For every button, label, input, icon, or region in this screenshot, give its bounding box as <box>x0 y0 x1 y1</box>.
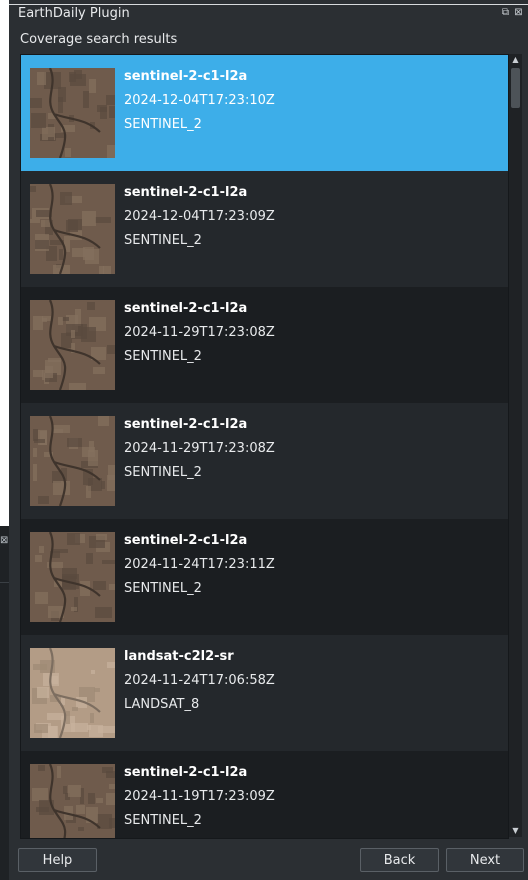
item-datetime: 2024-11-29T17:23:08Z <box>124 325 275 340</box>
item-platform: SENTINEL_2 <box>124 465 202 480</box>
scene-thumbnail <box>30 648 115 738</box>
scene-thumbnail <box>30 416 115 506</box>
item-datetime: 2024-11-19T17:23:09Z <box>124 789 275 804</box>
background-close-icon[interactable]: ⊠ <box>0 536 8 546</box>
scene-thumbnail <box>30 300 115 390</box>
background-panel <box>0 526 9 880</box>
back-button[interactable]: Back <box>360 848 439 872</box>
results-label: Coverage search results <box>20 32 178 47</box>
item-collection: sentinel-2-c1-l2a <box>124 533 248 548</box>
list-item[interactable]: sentinel-2-c1-l2a 2024-11-19T17:23:09Z S… <box>21 751 508 838</box>
item-collection: sentinel-2-c1-l2a <box>124 185 248 200</box>
item-datetime: 2024-12-04T17:23:09Z <box>124 209 275 224</box>
help-button[interactable]: Help <box>18 848 97 872</box>
scrollbar-thumb[interactable] <box>511 68 520 108</box>
scene-thumbnail <box>30 68 115 158</box>
background-divider <box>0 582 9 583</box>
item-platform: SENTINEL_2 <box>124 813 202 828</box>
scene-thumbnail <box>30 184 115 274</box>
scene-thumbnail <box>30 764 115 838</box>
scene-thumbnail <box>30 532 115 622</box>
item-collection: sentinel-2-c1-l2a <box>124 417 248 432</box>
list-item[interactable]: sentinel-2-c1-l2a 2024-11-29T17:23:08Z S… <box>21 287 508 403</box>
item-platform: LANDSAT_8 <box>124 697 200 712</box>
dock-title-bar[interactable]: EarthDaily Plugin ⧉ ⊠ <box>9 0 528 26</box>
list-item[interactable]: sentinel-2-c1-l2a 2024-12-04T17:23:09Z S… <box>21 171 508 287</box>
close-icon[interactable]: ⊠ <box>513 7 524 18</box>
item-platform: SENTINEL_2 <box>124 349 202 364</box>
background-window-edge <box>0 0 9 526</box>
next-button[interactable]: Next <box>446 848 524 872</box>
item-datetime: 2024-11-24T17:06:58Z <box>124 673 275 688</box>
item-datetime: 2024-12-04T17:23:10Z <box>124 93 275 108</box>
item-platform: SENTINEL_2 <box>124 117 202 132</box>
item-collection: sentinel-2-c1-l2a <box>124 301 248 316</box>
list-item[interactable]: sentinel-2-c1-l2a 2024-11-29T17:23:08Z S… <box>21 403 508 519</box>
title-divider <box>9 4 528 5</box>
item-collection: landsat-c2l2-sr <box>124 649 234 664</box>
item-collection: sentinel-2-c1-l2a <box>124 765 248 780</box>
list-item[interactable]: sentinel-2-c1-l2a 2024-11-24T17:23:11Z S… <box>21 519 508 635</box>
dock-title: EarthDaily Plugin <box>18 6 130 21</box>
scroll-down-arrow-icon[interactable]: ▼ <box>509 825 522 837</box>
item-platform: SENTINEL_2 <box>124 233 202 248</box>
item-platform: SENTINEL_2 <box>124 581 202 596</box>
scroll-up-arrow-icon[interactable]: ▲ <box>509 54 522 66</box>
item-datetime: 2024-11-24T17:23:11Z <box>124 557 275 572</box>
item-datetime: 2024-11-29T17:23:08Z <box>124 441 275 456</box>
list-item[interactable]: sentinel-2-c1-l2a 2024-12-04T17:23:10Z S… <box>21 55 508 171</box>
list-item[interactable]: landsat-c2l2-sr 2024-11-24T17:06:58Z LAN… <box>21 635 508 751</box>
earthdaily-dock-panel: EarthDaily Plugin ⧉ ⊠ Coverage search re… <box>9 0 528 880</box>
item-collection: sentinel-2-c1-l2a <box>124 69 248 84</box>
float-icon[interactable]: ⧉ <box>500 7 511 18</box>
results-scrollbar[interactable]: ▲ ▼ <box>508 54 522 837</box>
results-list[interactable]: sentinel-2-c1-l2a 2024-12-04T17:23:10Z S… <box>20 54 509 839</box>
